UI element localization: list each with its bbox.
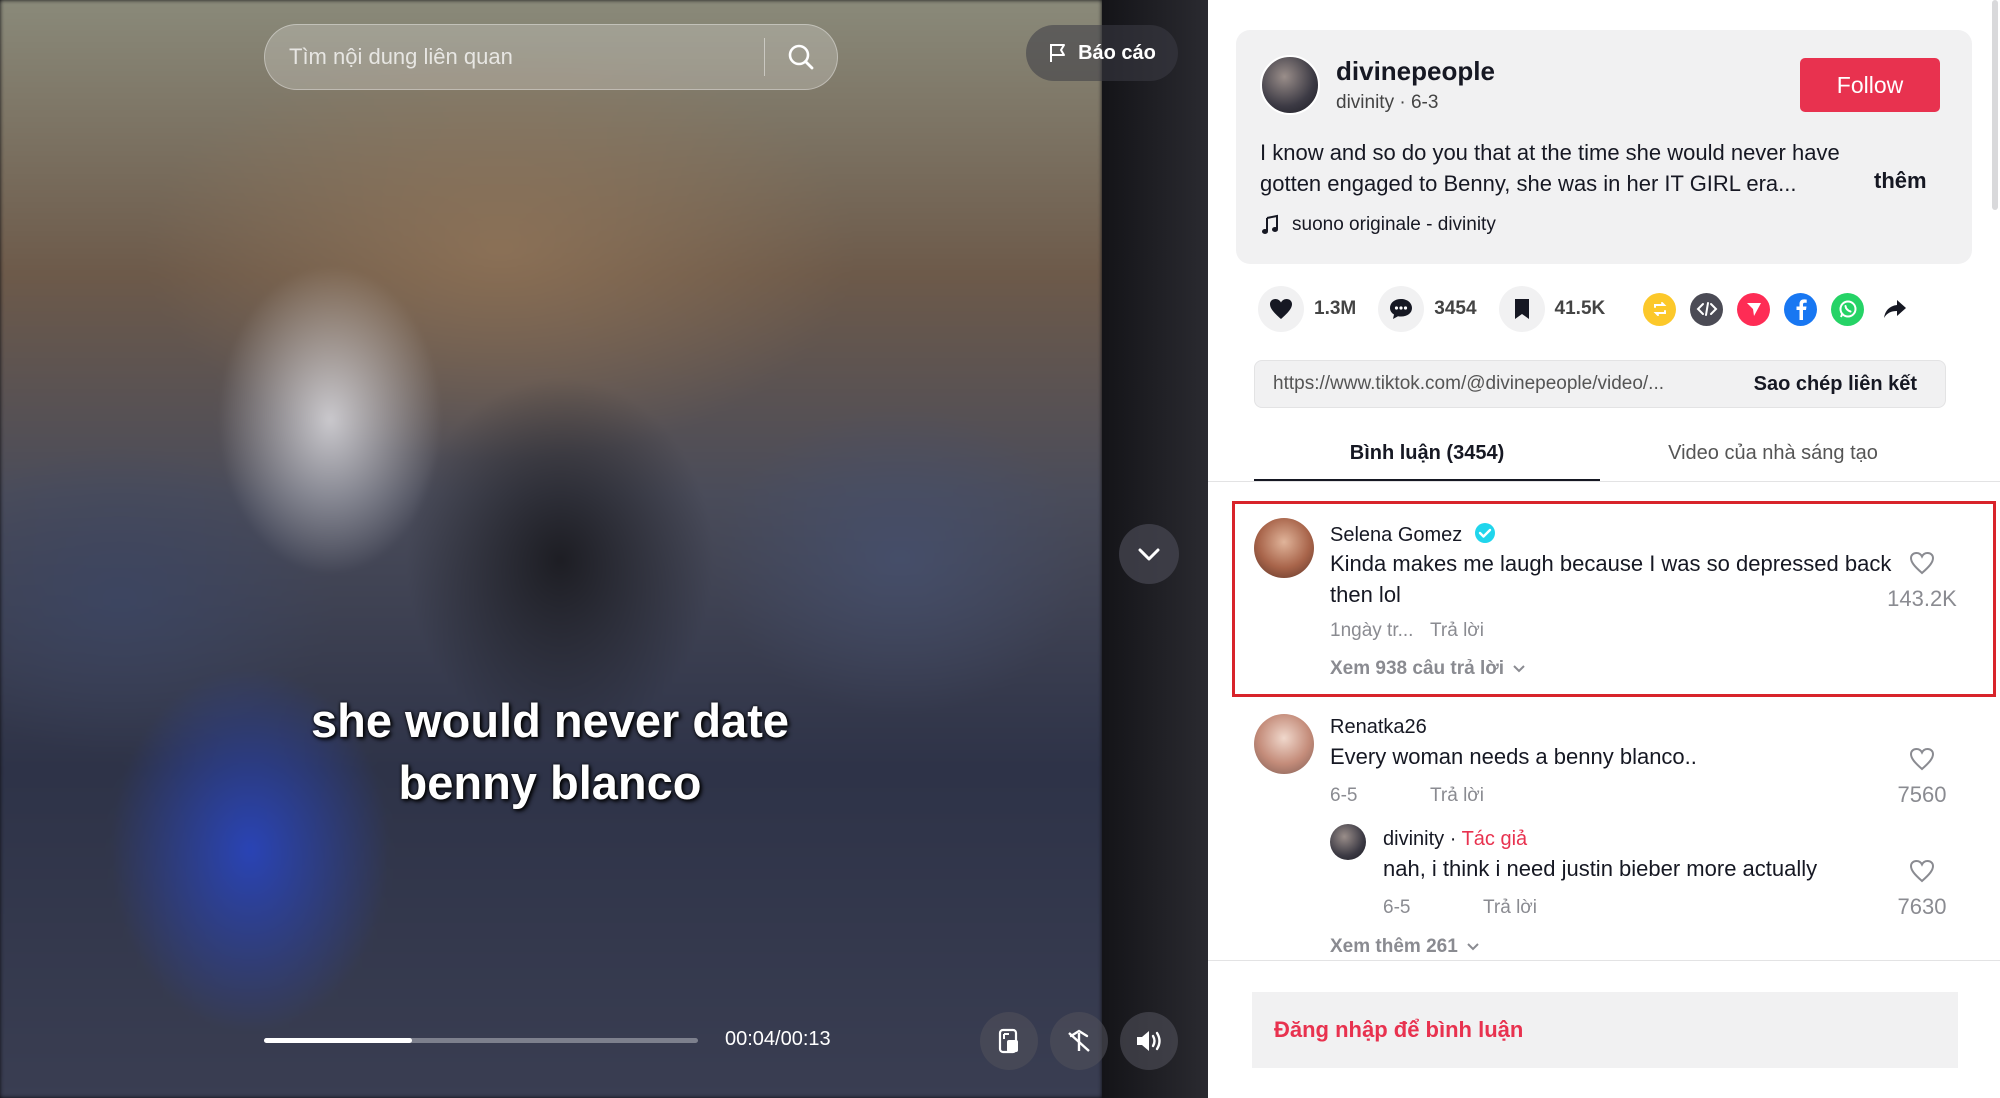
bookmark-icon xyxy=(1514,299,1529,319)
video-progress-bar[interactable] xyxy=(264,1038,698,1043)
actions-row: 1.3M 3454 41.5K xyxy=(1258,286,1925,332)
copy-link-button[interactable]: Sao chép liên kết xyxy=(1736,373,1945,396)
floating-player-icon xyxy=(998,1028,1018,1054)
report-label: Báo cáo xyxy=(1078,41,1156,64)
verified-icon xyxy=(1474,523,1495,543)
comment-username-text: Selena Gomez xyxy=(1330,524,1463,546)
reply-button[interactable]: Trả lời xyxy=(1430,785,1484,807)
author-tag-badge: Tác giả xyxy=(1461,828,1528,850)
heart-icon xyxy=(1270,299,1292,319)
chevron-down-icon xyxy=(1513,665,1525,673)
comment-time: 6-5 xyxy=(1330,785,1358,806)
next-video-button[interactable] xyxy=(1119,524,1179,584)
related-search-box[interactable] xyxy=(264,24,838,90)
auto-scroll-button[interactable] xyxy=(1050,1012,1108,1070)
flag-icon xyxy=(1050,44,1066,62)
comment-username[interactable]: Selena Gomez xyxy=(1330,522,1496,547)
send-icon[interactable] xyxy=(1737,292,1771,326)
comment-like-count: 7560 xyxy=(1897,782,1947,807)
more-link[interactable]: thêm xyxy=(1874,168,1927,194)
caption-line-2: benny blanco xyxy=(398,756,702,809)
comment-like-count: 143.2K xyxy=(1887,586,1957,611)
share-arrow-icon[interactable] xyxy=(1878,293,1911,326)
side-panel: divinepeople divinity · 6-3 Follow I kno… xyxy=(1208,0,2000,1098)
reply-username[interactable]: divinity xyxy=(1383,828,1444,850)
login-to-comment-button[interactable]: Đăng nhập để bình luận xyxy=(1252,992,1958,1068)
search-button[interactable] xyxy=(765,25,837,89)
search-input[interactable] xyxy=(265,25,764,89)
comment-icon-circle xyxy=(1378,286,1425,332)
reply-like-count: 7630 xyxy=(1897,894,1947,919)
embed-icon[interactable] xyxy=(1690,292,1724,326)
tab-creator-videos[interactable]: Video của nhà sáng tạo xyxy=(1600,432,1946,482)
author-avatar[interactable] xyxy=(1260,55,1320,115)
view-more-replies-button[interactable]: Xem thêm 261 xyxy=(1330,936,1480,958)
comment-time: 1ngày tr... xyxy=(1330,620,1414,641)
like-button[interactable]: 1.3M xyxy=(1258,286,1356,332)
view-more-label: Xem thêm 261 xyxy=(1330,936,1458,957)
chevron-down-icon xyxy=(1138,548,1160,561)
like-icon-circle xyxy=(1258,286,1304,332)
video-player[interactable]: Báo cáo she would never date benny blanc… xyxy=(0,0,1208,1098)
reply-like-icon[interactable] xyxy=(1908,858,1936,884)
music-note-icon xyxy=(1262,214,1278,234)
video-frame[interactable] xyxy=(0,0,1102,1098)
video-caption: she would never date benny blanco xyxy=(250,690,850,814)
music-link[interactable]: suono originale - divinity xyxy=(1260,214,1496,236)
video-description: I know and so do you that at the time sh… xyxy=(1260,140,1840,196)
view-replies-button[interactable]: Xem 938 câu trả lời xyxy=(1330,658,1526,680)
search-icon xyxy=(788,44,814,70)
reply-avatar[interactable] xyxy=(1330,824,1366,860)
comment-text: Every woman needs a benny blanco.. xyxy=(1330,744,1697,769)
author-username[interactable]: divinepeople xyxy=(1336,56,1495,87)
view-replies-label: Xem 938 câu trả lời xyxy=(1330,658,1505,679)
whatsapp-icon[interactable] xyxy=(1831,292,1865,326)
video-link-box: https://www.tiktok.com/@divinepeople/vid… xyxy=(1254,360,1946,408)
caption-line-1: she would never date xyxy=(311,694,789,747)
follow-button[interactable]: Follow xyxy=(1800,58,1940,112)
comment-text: Kinda makes me laugh because I was so de… xyxy=(1330,551,1892,607)
panel-tabs: Bình luận (3454) Video của nhà sáng tạo xyxy=(1254,432,1946,482)
author-meta: divinity · 6-3 xyxy=(1336,92,1439,113)
chevron-down-icon xyxy=(1467,943,1479,951)
comment-avatar[interactable] xyxy=(1254,714,1314,774)
reply-time: 6-5 xyxy=(1383,897,1411,918)
reply-separator: · xyxy=(1444,828,1462,850)
floating-player-button[interactable] xyxy=(980,1012,1038,1070)
comment-icon xyxy=(1390,299,1413,319)
comment-like-icon[interactable] xyxy=(1908,746,1936,772)
facebook-icon[interactable] xyxy=(1784,292,1818,326)
like-count: 1.3M xyxy=(1314,298,1357,319)
comment-like-icon[interactable] xyxy=(1908,550,1936,576)
save-icon-circle xyxy=(1498,286,1545,332)
video-time: 00:04/00:13 xyxy=(725,1028,831,1050)
repost-icon[interactable] xyxy=(1643,292,1677,326)
comment-input-divider xyxy=(1208,960,2000,961)
comment-count: 3454 xyxy=(1434,298,1477,319)
video-progress-fill xyxy=(264,1038,412,1043)
comments-list[interactable]: Selena Gomez Kinda makes me laugh becaus… xyxy=(1208,482,2000,960)
video-link-url[interactable]: https://www.tiktok.com/@divinepeople/vid… xyxy=(1255,373,1736,395)
reply-username-row: divinity · Tác giả xyxy=(1383,828,1527,851)
comment-button[interactable]: 3454 xyxy=(1378,286,1477,332)
music-title: suono originale - divinity xyxy=(1292,214,1496,235)
reply-button[interactable]: Trả lời xyxy=(1483,897,1537,919)
volume-icon xyxy=(1137,1031,1161,1051)
volume-button[interactable] xyxy=(1120,1012,1178,1070)
tab-comments[interactable]: Bình luận (3454) xyxy=(1254,432,1600,482)
report-button[interactable]: Báo cáo xyxy=(1026,25,1178,81)
save-count: 41.5K xyxy=(1554,298,1606,319)
comment-avatar[interactable] xyxy=(1254,518,1314,578)
panel-scrollbar[interactable] xyxy=(1992,0,1998,210)
reply-text: nah, i think i need justin bieber more a… xyxy=(1383,856,1818,881)
save-button[interactable]: 41.5K xyxy=(1498,286,1606,332)
reply-button[interactable]: Trả lời xyxy=(1430,620,1484,642)
auto-scroll-icon xyxy=(1068,1029,1090,1052)
comment-username[interactable]: Renatka26 xyxy=(1330,716,1427,739)
